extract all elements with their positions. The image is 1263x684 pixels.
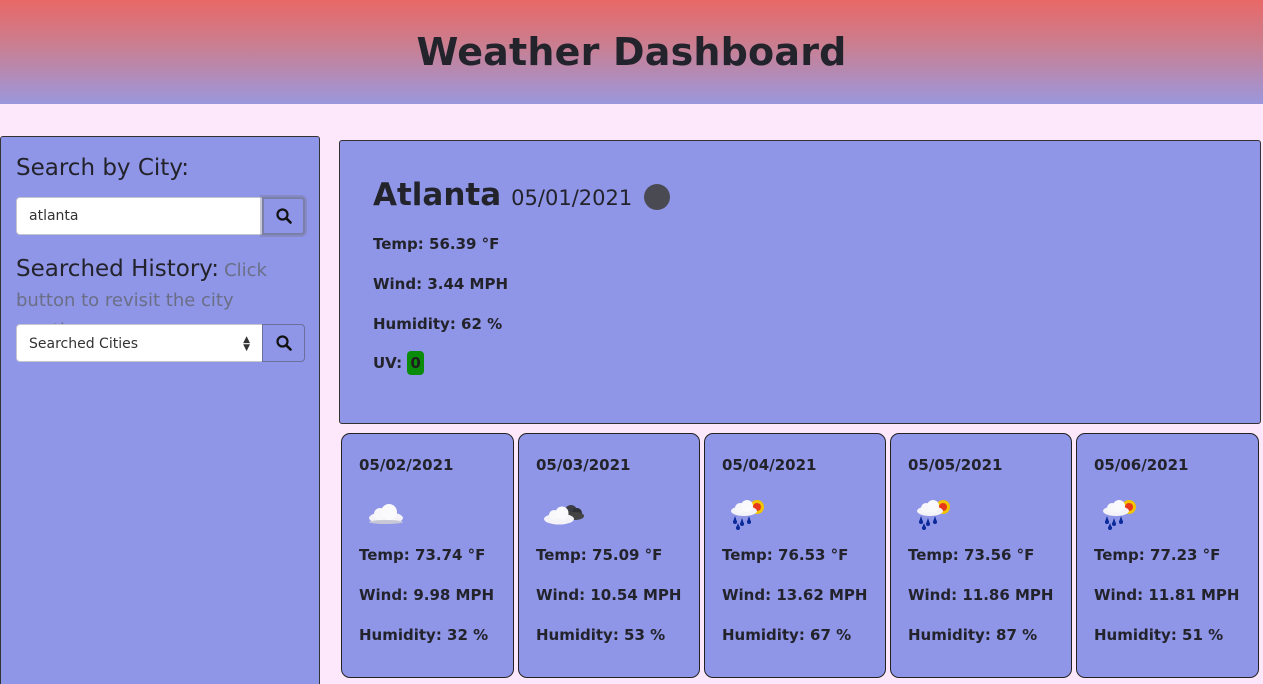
forecast-date: 05/05/2021 [908,456,1003,474]
forecast-card: 05/05/2021 Temp: 73.56 °F Wind: 11.86 MP… [890,433,1072,678]
forecast-humidity: Humidity: 32 % [359,626,489,644]
forecast-date: 05/06/2021 [1094,456,1189,474]
uv-badge: 0 [407,351,424,375]
forecast-wind: Wind: 9.98 MPH [359,586,495,604]
rain-sun-icon [731,500,764,530]
search-icon [275,335,292,351]
forecast-temp: Temp: 75.09 °F [536,546,663,564]
cloud-icon [369,504,403,524]
current-weather-panel: Atlanta 05/01/2021 Temp: 56.39 °F Wind: … [339,140,1261,424]
current-uv: UV: 0 [373,351,424,375]
forecast-humidity: Humidity: 87 % [908,626,1038,644]
current-humidity: Humidity: 62 % [373,315,503,333]
forecast-temp: Temp: 76.53 °F [722,546,849,564]
current-date: 05/01/2021 [511,186,633,210]
forecast-temp: Temp: 77.23 °F [1094,546,1221,564]
forecast-date: 05/02/2021 [359,456,454,474]
rain-sun-icon [917,500,950,530]
forecast-wind: Wind: 11.86 MPH [908,586,1054,604]
current-city: Atlanta [373,177,502,213]
uv-label: UV: [373,354,403,372]
history-group: Searched Cities ▲ ▼ [16,324,305,363]
search-heading: Search by City: [16,155,190,181]
current-temp: Temp: 56.39 °F [373,235,500,253]
forecast-card: 05/06/2021 Temp: 77.23 °F Wind: 11.81 MP… [1076,433,1259,678]
forecast-card: 05/02/2021 Temp: 73.74 °F Wind: 9.98 MPH… [341,433,514,678]
forecast-temp: Temp: 73.74 °F [359,546,486,564]
forecast-date: 05/04/2021 [722,456,817,474]
forecast-wind: Wind: 13.62 MPH [722,586,868,604]
search-sidebar: Search by City: Searched History: Click … [0,136,320,684]
history-select[interactable]: Searched Cities ▲ ▼ [16,324,262,362]
forecast-humidity: Humidity: 53 % [536,626,666,644]
forecast-card: 05/04/2021 Temp: 76.53 °F Wind: 13.62 MP… [704,433,886,678]
city-search-input[interactable] [16,197,262,235]
forecast-date: 05/03/2021 [536,456,631,474]
page-title: Weather Dashboard [416,30,847,74]
forecast-wind: Wind: 10.54 MPH [536,586,682,604]
rain-sun-icon [1103,500,1136,530]
forecast-humidity: Humidity: 67 % [722,626,852,644]
search-button[interactable] [262,197,305,235]
current-wind: Wind: 3.44 MPH [373,275,509,293]
select-arrows-icon: ▲ ▼ [243,335,250,353]
current-weather-icon [644,184,671,210]
forecast-wind: Wind: 11.81 MPH [1094,586,1240,604]
current-title: Atlanta 05/01/2021 [373,177,671,213]
forecast-humidity: Humidity: 51 % [1094,626,1224,644]
search-icon [275,208,292,224]
history-select-value: Searched Cities [29,336,138,352]
city-search-group [16,197,305,236]
history-search-button[interactable] [262,324,305,362]
forecast-card: 05/03/2021 Temp: 75.09 °F Wind: 10.54 MP… [518,433,700,678]
history-heading: Searched History: [16,256,219,282]
page-header: Weather Dashboard [0,0,1263,104]
partly-cloudy-night-icon [544,505,584,525]
forecast-temp: Temp: 73.56 °F [908,546,1035,564]
